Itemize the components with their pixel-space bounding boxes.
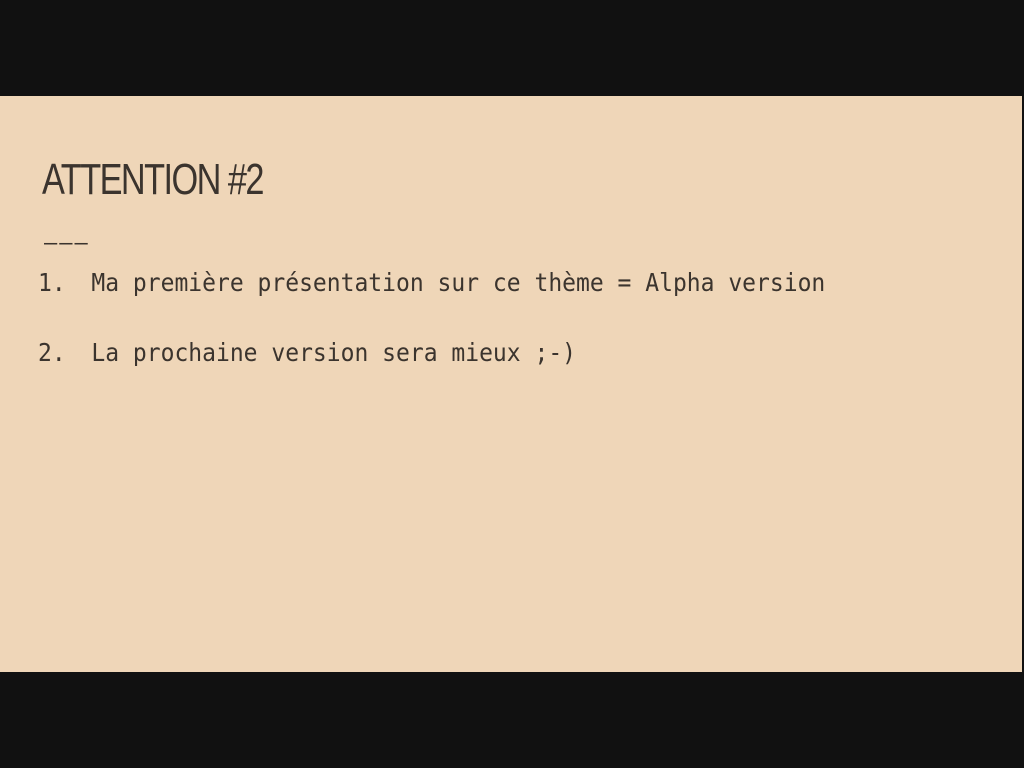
list-item: 2. La prochaine version sera mieux ;-) bbox=[38, 338, 576, 367]
letterbox-top bbox=[0, 0, 1024, 96]
presentation-slide[interactable]: ATTENTION #2 ——— 1. Ma première présentat… bbox=[0, 96, 1022, 672]
list-item-number: 1. bbox=[38, 268, 66, 297]
letterbox-bottom bbox=[0, 672, 1024, 768]
list-item-number: 2. bbox=[38, 338, 66, 367]
list-item: 1. Ma première présentation sur ce thème … bbox=[38, 268, 825, 297]
slide-title: ATTENTION #2 bbox=[42, 155, 264, 204]
list-item-text: La prochaine version sera mieux ;-) bbox=[91, 338, 577, 367]
title-underline-rule: ——— bbox=[44, 231, 90, 256]
list-item-text: Ma première présentation sur ce thème = … bbox=[91, 268, 826, 297]
